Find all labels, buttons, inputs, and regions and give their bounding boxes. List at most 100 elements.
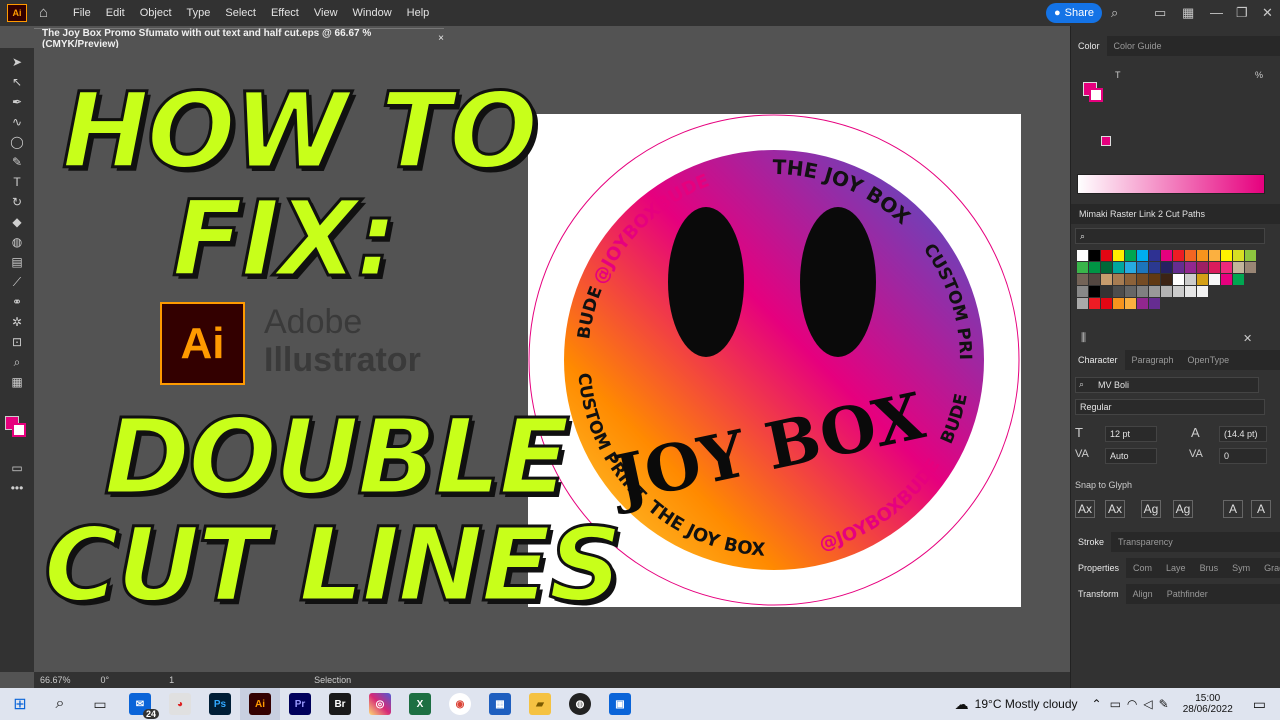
excel-app-icon[interactable]: X (400, 688, 440, 720)
swatch-panel-title[interactable]: Mimaki Raster Link 2 Cut Paths (1071, 204, 1280, 224)
direct-selection-tool-icon[interactable]: ↖ (0, 72, 34, 92)
blend-tool-icon[interactable]: ⚭ (0, 292, 34, 312)
swatch[interactable] (1089, 298, 1100, 309)
tab-gradient[interactable]: Gradi (1257, 563, 1280, 573)
eraser-tool-icon[interactable]: ◆ (0, 212, 34, 232)
eyedropper-tool-icon[interactable]: ⟋ (0, 272, 34, 292)
swatch[interactable] (1197, 286, 1208, 297)
home-icon[interactable]: ⌂ (39, 5, 55, 21)
ellipse-tool-icon[interactable]: ◯ (0, 132, 34, 152)
swatch[interactable] (1173, 250, 1184, 261)
stroke-swatch[interactable] (12, 423, 26, 437)
weather-icon[interactable]: ☁ (955, 696, 969, 713)
tab-stroke[interactable]: Stroke (1071, 532, 1112, 552)
start-icon[interactable]: ⊞ (0, 688, 40, 720)
pen-icon[interactable]: ✎ (1159, 697, 1169, 711)
swatch[interactable] (1221, 250, 1232, 261)
swatch[interactable] (1149, 286, 1160, 297)
tab-layers[interactable]: Laye (1159, 563, 1193, 573)
artboard-tool-icon[interactable]: ⊡ (0, 332, 34, 352)
tab-symbols[interactable]: Sym (1225, 563, 1257, 573)
tab-paragraph[interactable]: Paragraph (1125, 355, 1181, 365)
swatch[interactable] (1077, 262, 1088, 273)
mail-app-icon[interactable]: ✉ 24 (120, 688, 160, 720)
snap-xheight-button[interactable]: Ax (1105, 500, 1125, 518)
swatch[interactable] (1089, 274, 1100, 285)
color-stroke-swatch[interactable] (1089, 88, 1103, 102)
paintbrush-tool-icon[interactable]: ✎ (0, 152, 34, 172)
swatch[interactable] (1161, 274, 1172, 285)
swatch[interactable] (1101, 286, 1112, 297)
minimize-icon[interactable]: — (1210, 5, 1223, 20)
document-tab[interactable]: The Joy Box Promo Sfumato with out text … (34, 28, 444, 50)
calculator-app-icon[interactable]: ▦ (480, 688, 520, 720)
store-app-icon[interactable]: ▣ (600, 688, 640, 720)
swatch[interactable] (1197, 262, 1208, 273)
swatch[interactable] (1173, 274, 1184, 285)
swatch[interactable] (1209, 250, 1220, 261)
swatch[interactable] (1161, 262, 1172, 273)
swatch[interactable] (1101, 262, 1112, 273)
menu-type[interactable]: Type (187, 7, 211, 19)
font-size-input[interactable]: 12 pt (1105, 426, 1157, 442)
illustrator-app-icon[interactable]: Ai (240, 688, 280, 720)
last-color-swatch[interactable] (1101, 136, 1111, 146)
edit-toolbar-icon[interactable]: ••• (0, 478, 34, 498)
chrome-app-icon[interactable]: ◉ (440, 688, 480, 720)
swatch[interactable] (1221, 274, 1232, 285)
swatch[interactable] (1077, 250, 1088, 261)
notifications-icon[interactable]: ▭ (1253, 696, 1266, 713)
swatch[interactable] (1137, 250, 1148, 261)
weather-text[interactable]: 19°C Mostly cloudy (975, 697, 1078, 711)
search-icon[interactable]: ⌕ (1111, 5, 1118, 21)
premiere-app-icon[interactable]: Pr (280, 688, 320, 720)
swatch[interactable] (1113, 250, 1124, 261)
swatch[interactable] (1137, 286, 1148, 297)
tab-align[interactable]: Align (1126, 589, 1160, 599)
swatch-libraries-icon[interactable]: ⫼ (1081, 332, 1086, 345)
close-tab-icon[interactable]: × (438, 33, 444, 44)
task-view-icon[interactable]: ▭ (80, 688, 120, 720)
tab-brushes[interactable]: Brus (1193, 563, 1226, 573)
share-button[interactable]: ● Share (1046, 3, 1102, 23)
workspace-icon[interactable]: ▦ (1182, 5, 1194, 21)
swatch[interactable] (1233, 262, 1244, 273)
tab-transform[interactable]: Transform (1071, 584, 1126, 604)
font-family-select[interactable]: MV Boli (1075, 377, 1259, 393)
swatch[interactable] (1185, 274, 1196, 285)
zoom-tool-icon[interactable]: ⌕ (0, 352, 34, 372)
swatch-search-input[interactable]: ⌕ (1075, 228, 1265, 244)
swatch[interactable] (1185, 250, 1196, 261)
kerning-input[interactable]: Auto (1105, 448, 1157, 464)
menu-object[interactable]: Object (140, 7, 172, 19)
leading-input[interactable]: (14.4 pt) (1219, 426, 1267, 442)
swatch[interactable] (1209, 262, 1220, 273)
snap-angular-button[interactable]: A (1223, 500, 1243, 518)
swatch[interactable] (1185, 286, 1196, 297)
clock[interactable]: 15:00 28/06/2022 (1183, 693, 1233, 715)
menu-select[interactable]: Select (225, 7, 256, 19)
symbol-sprayer-tool-icon[interactable]: ✲ (0, 312, 34, 332)
swatch[interactable] (1161, 286, 1172, 297)
swatch[interactable] (1113, 274, 1124, 285)
swatch[interactable] (1089, 286, 1100, 297)
swatch[interactable] (1197, 274, 1208, 285)
swatch[interactable] (1137, 298, 1148, 309)
swatch[interactable] (1101, 250, 1112, 261)
close-window-icon[interactable]: ✕ (1262, 5, 1273, 21)
swatch[interactable] (1077, 274, 1088, 285)
paint-app-icon[interactable]: ◕ (160, 688, 200, 720)
battery-icon[interactable]: ▭ (1110, 697, 1121, 711)
menu-help[interactable]: Help (407, 7, 430, 19)
tab-color-guide[interactable]: Color Guide (1107, 41, 1169, 51)
tab-opentype[interactable]: OpenType (1181, 355, 1237, 365)
swatch[interactable] (1125, 274, 1136, 285)
swatch[interactable] (1125, 262, 1136, 273)
swatch[interactable] (1089, 262, 1100, 273)
tab-transparency[interactable]: Transparency (1111, 537, 1180, 547)
rotation-value[interactable]: 0° (101, 675, 110, 685)
swatch[interactable] (1245, 262, 1256, 273)
swatch[interactable] (1173, 262, 1184, 273)
selection-tool-icon[interactable]: ➤ (0, 52, 34, 72)
swatch[interactable] (1161, 250, 1172, 261)
